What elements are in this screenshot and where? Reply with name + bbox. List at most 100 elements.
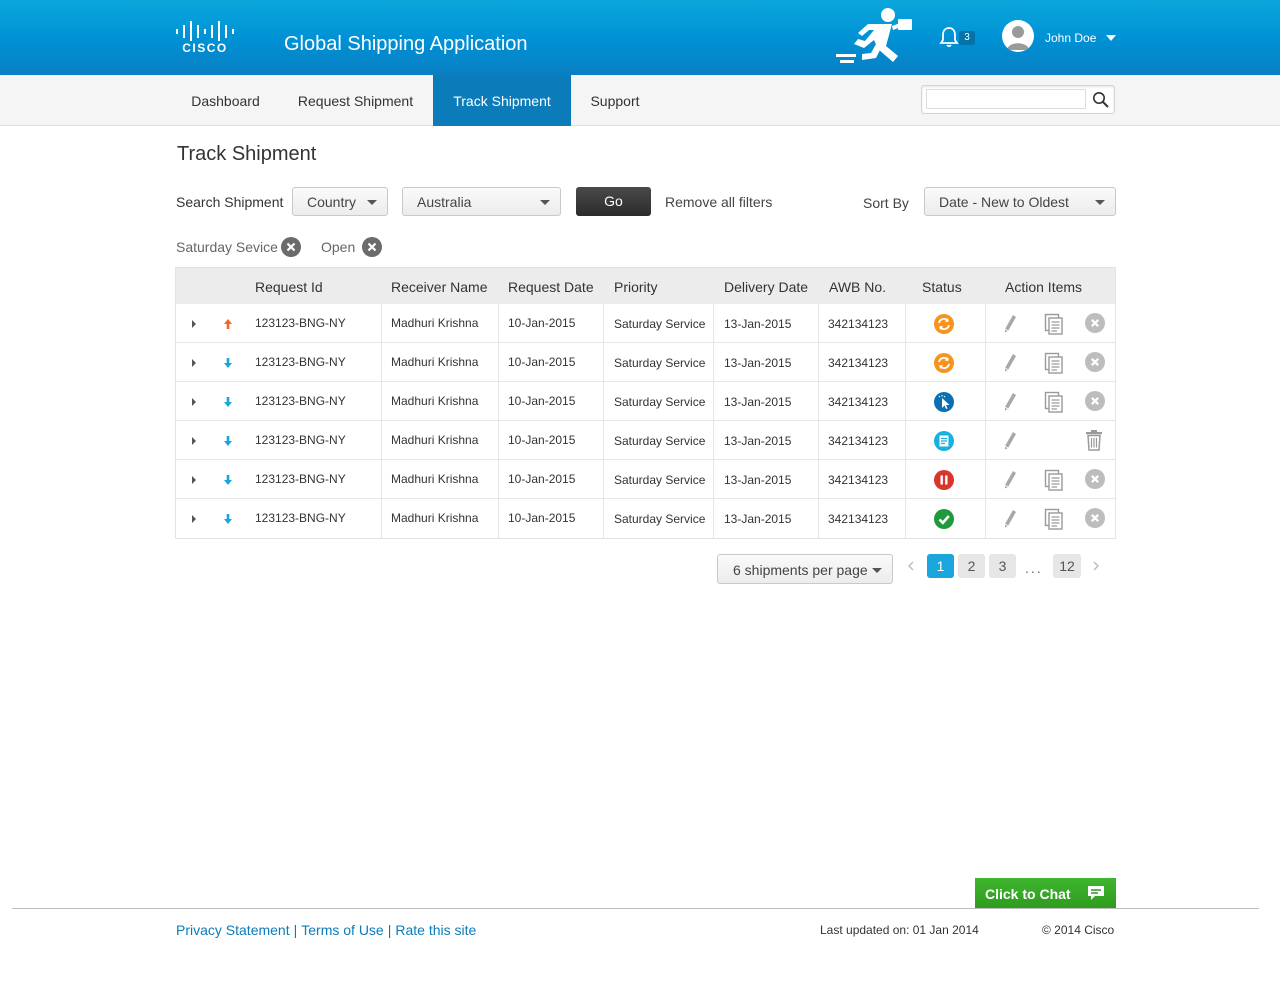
document-status-icon[interactable] bbox=[933, 430, 955, 452]
cancel-shipment-icon[interactable] bbox=[1085, 313, 1105, 333]
tab-request-shipment[interactable]: Request Shipment bbox=[281, 75, 430, 126]
cell-delivery-date: 13-Jan-2015 bbox=[724, 317, 792, 331]
page-button-last[interactable]: 12 bbox=[1053, 554, 1081, 578]
column-divider bbox=[818, 499, 819, 538]
chevron-down-icon bbox=[540, 200, 550, 205]
cell-receiver: Madhuri Krishna bbox=[391, 355, 479, 369]
cell-request-id: 123123-BNG-NY bbox=[255, 394, 346, 408]
user-name[interactable]: John Doe bbox=[1045, 31, 1096, 45]
search-shipment-label: Search Shipment bbox=[176, 194, 284, 210]
column-header[interactable]: AWB No. bbox=[829, 279, 886, 295]
search-icon[interactable] bbox=[1092, 91, 1110, 109]
column-divider bbox=[713, 499, 714, 538]
edit-pencil-icon[interactable] bbox=[1002, 469, 1018, 491]
column-divider bbox=[818, 343, 819, 382]
arrow-up-icon bbox=[224, 319, 232, 329]
cell-receiver: Madhuri Krishna bbox=[391, 316, 479, 330]
column-header[interactable]: Request Id bbox=[255, 279, 323, 295]
tab-support[interactable]: Support bbox=[576, 75, 654, 126]
privacy-statement-link[interactable]: Privacy Statement bbox=[176, 922, 290, 938]
remove-all-filters-link[interactable]: Remove all filters bbox=[665, 194, 772, 210]
sync-status-icon[interactable] bbox=[933, 313, 955, 335]
click-to-chat-button[interactable]: Click to Chat bbox=[975, 878, 1116, 909]
table-row[interactable]: 123123-BNG-NY Madhuri Krishna 10-Jan-2015 S… bbox=[176, 343, 1115, 382]
search-input[interactable] bbox=[926, 89, 1086, 109]
column-header[interactable]: Status bbox=[922, 279, 962, 295]
copyright-text: © 2014 Cisco bbox=[1042, 923, 1115, 937]
tab-dashboard[interactable]: Dashboard bbox=[175, 75, 276, 126]
expand-row-icon[interactable] bbox=[192, 398, 196, 406]
cell-delivery-date: 13-Jan-2015 bbox=[724, 473, 792, 487]
notification-bell-icon[interactable] bbox=[937, 25, 961, 49]
edit-pencil-icon[interactable] bbox=[1002, 352, 1018, 374]
page-button-3[interactable]: 3 bbox=[989, 554, 1016, 578]
remove-filter-icon[interactable] bbox=[362, 237, 382, 257]
expand-row-icon[interactable] bbox=[192, 476, 196, 484]
user-avatar[interactable] bbox=[1002, 20, 1034, 52]
copy-document-icon[interactable] bbox=[1044, 313, 1064, 335]
expand-row-icon[interactable] bbox=[192, 515, 196, 523]
column-divider bbox=[498, 304, 499, 343]
filter-value-text: Australia bbox=[417, 194, 472, 210]
filter-chip-label: Open bbox=[321, 239, 356, 255]
table-row[interactable]: 123123-BNG-NY Madhuri Krishna 10-Jan-2015 S… bbox=[176, 460, 1115, 499]
table-row[interactable]: 123123-BNG-NY Madhuri Krishna 10-Jan-2015 S… bbox=[176, 304, 1115, 343]
expand-row-icon[interactable] bbox=[192, 359, 196, 367]
remove-filter-icon[interactable] bbox=[281, 237, 301, 257]
rate-site-link[interactable]: Rate this site bbox=[395, 922, 476, 938]
column-divider bbox=[905, 421, 906, 460]
edit-pencil-icon[interactable] bbox=[1002, 508, 1018, 530]
column-header[interactable]: Receiver Name bbox=[391, 279, 487, 295]
cell-awb: 342134123 bbox=[828, 473, 889, 487]
page-button-1[interactable]: 1 bbox=[927, 554, 954, 578]
column-divider bbox=[603, 343, 604, 382]
table-row[interactable]: 123123-BNG-NY Madhuri Krishna 10-Jan-2015 S… bbox=[176, 421, 1115, 460]
copy-document-icon[interactable] bbox=[1044, 508, 1064, 530]
pointer-status-icon[interactable] bbox=[933, 391, 955, 413]
check-status-icon[interactable] bbox=[933, 508, 955, 530]
cell-delivery-date: 13-Jan-2015 bbox=[724, 356, 792, 370]
copy-document-icon[interactable] bbox=[1044, 352, 1064, 374]
edit-pencil-icon[interactable] bbox=[1002, 313, 1018, 335]
cancel-shipment-icon[interactable] bbox=[1085, 352, 1105, 372]
table-row[interactable]: 123123-BNG-NY Madhuri Krishna 10-Jan-2015 S… bbox=[176, 499, 1115, 538]
cancel-shipment-icon[interactable] bbox=[1085, 469, 1105, 489]
sync-status-icon[interactable] bbox=[933, 352, 955, 374]
column-divider bbox=[713, 382, 714, 421]
edit-pencil-icon[interactable] bbox=[1002, 430, 1018, 452]
column-divider bbox=[603, 421, 604, 460]
trash-icon[interactable] bbox=[1085, 429, 1103, 451]
cell-delivery-date: 13-Jan-2015 bbox=[724, 434, 792, 448]
app-header: CISCO Global Shipping Application 3 John… bbox=[0, 0, 1280, 75]
table-row[interactable]: 123123-BNG-NY Madhuri Krishna 10-Jan-2015 S… bbox=[176, 382, 1115, 421]
edit-pencil-icon[interactable] bbox=[1002, 391, 1018, 413]
copy-document-icon[interactable] bbox=[1044, 469, 1064, 491]
expand-row-icon[interactable] bbox=[192, 320, 196, 328]
column-header[interactable]: Delivery Date bbox=[724, 279, 808, 295]
page-button-2[interactable]: 2 bbox=[958, 554, 985, 578]
column-divider bbox=[603, 382, 604, 421]
expand-row-icon[interactable] bbox=[192, 437, 196, 445]
cell-priority: Saturday Service bbox=[614, 512, 706, 526]
cell-awb: 342134123 bbox=[828, 434, 889, 448]
link-separator: | bbox=[387, 922, 392, 938]
go-button[interactable]: Go bbox=[576, 187, 651, 216]
cancel-shipment-icon[interactable] bbox=[1085, 391, 1105, 411]
next-page-icon[interactable] bbox=[1092, 561, 1100, 571]
copy-document-icon[interactable] bbox=[1044, 391, 1064, 413]
sort-dropdown[interactable]: Date - New to Oldest bbox=[924, 187, 1116, 216]
column-header[interactable]: Priority bbox=[614, 279, 658, 295]
cell-receiver: Madhuri Krishna bbox=[391, 472, 479, 486]
user-menu-caret-icon[interactable] bbox=[1106, 35, 1116, 41]
terms-of-use-link[interactable]: Terms of Use bbox=[301, 922, 383, 938]
cancel-shipment-icon[interactable] bbox=[1085, 508, 1105, 528]
column-header[interactable]: Request Date bbox=[508, 279, 594, 295]
per-page-dropdown[interactable]: 6 shipments per page bbox=[717, 554, 893, 584]
pause-status-icon[interactable] bbox=[933, 469, 955, 491]
filter-value-dropdown[interactable]: Australia bbox=[402, 187, 561, 216]
prev-page-icon[interactable] bbox=[907, 561, 915, 571]
tab-track-shipment[interactable]: Track Shipment bbox=[433, 75, 571, 126]
column-divider bbox=[985, 499, 986, 538]
filter-field-dropdown[interactable]: Country bbox=[292, 187, 388, 216]
cisco-logo[interactable]: CISCO bbox=[175, 20, 237, 54]
